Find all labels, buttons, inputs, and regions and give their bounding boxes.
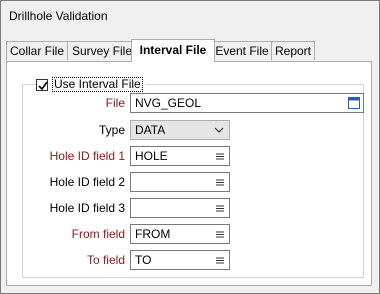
tab-collar-file[interactable]: Collar File bbox=[6, 41, 68, 60]
from-field-input[interactable]: FROM bbox=[130, 224, 230, 244]
from-field-value: FROM bbox=[135, 227, 171, 241]
type-select[interactable]: DATA bbox=[130, 120, 230, 140]
hole-id-field-1-input[interactable]: HOLE bbox=[130, 146, 230, 166]
list-icon[interactable] bbox=[214, 202, 226, 214]
list-icon[interactable] bbox=[214, 150, 226, 162]
checkbox-label: Use Interval File bbox=[52, 77, 143, 92]
from-field-label: From field bbox=[71, 227, 125, 241]
to-field-label: To field bbox=[86, 253, 125, 267]
list-icon[interactable] bbox=[214, 176, 226, 188]
file-value: NVG_GEOL bbox=[135, 96, 202, 110]
list-icon[interactable] bbox=[214, 228, 226, 240]
window-icon[interactable] bbox=[348, 97, 360, 109]
tab-survey-file[interactable]: Survey File bbox=[67, 41, 137, 60]
hole-id-field-2-label: Hole ID field 2 bbox=[49, 175, 125, 189]
type-label: Type bbox=[98, 123, 125, 137]
hole-id-field-3-label: Hole ID field 3 bbox=[49, 201, 125, 215]
window-title: Drillhole Validation bbox=[9, 9, 108, 23]
tab-event-file[interactable]: Event File bbox=[212, 41, 272, 60]
hole-id-field-1-value: HOLE bbox=[135, 149, 168, 163]
chevron-down-icon bbox=[214, 127, 224, 133]
file-label: File bbox=[105, 96, 125, 110]
hole-id-field-3-input[interactable] bbox=[130, 198, 230, 218]
use-interval-file-checkbox[interactable]: Use Interval File bbox=[36, 77, 146, 92]
hole-id-field-2-input[interactable] bbox=[130, 172, 230, 192]
to-field-input[interactable]: TO bbox=[130, 250, 230, 270]
tab-interval-file[interactable]: Interval File bbox=[131, 39, 215, 62]
type-value: DATA bbox=[135, 123, 166, 137]
hole-id-field-1-label: Hole ID field 1 bbox=[49, 149, 125, 163]
checkmark-icon bbox=[38, 81, 48, 90]
list-icon[interactable] bbox=[214, 254, 226, 266]
to-field-value: TO bbox=[135, 253, 152, 267]
tab-report[interactable]: Report bbox=[271, 41, 315, 60]
checkbox-box[interactable] bbox=[36, 78, 48, 91]
file-input[interactable]: NVG_GEOL bbox=[130, 93, 364, 113]
